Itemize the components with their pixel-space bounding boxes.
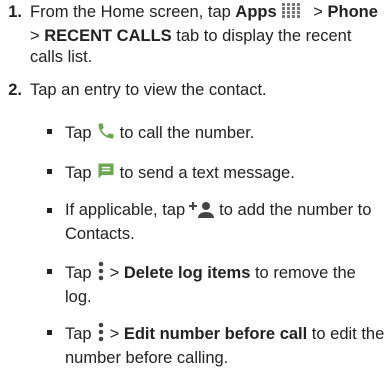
- recent-calls-label: RECENT CALLS: [44, 27, 172, 45]
- bullet-text-post: to send a text message.: [119, 164, 295, 182]
- bullet-text-pre: If applicable, tap: [65, 201, 186, 219]
- step-1-text-part: >: [30, 27, 45, 45]
- step-1-text-part: >: [308, 3, 328, 21]
- bullet-text-pre: Tap: [65, 164, 92, 182]
- bullet-dot: [47, 330, 52, 335]
- apps-label: Apps: [235, 3, 277, 21]
- step-number: 2.: [8, 81, 22, 99]
- phone-label: Phone: [327, 3, 378, 21]
- bullet-dot: [47, 269, 52, 274]
- add-contact-icon: [189, 200, 215, 224]
- bullet-dot: [47, 208, 52, 213]
- bullet-dot: [47, 129, 52, 134]
- apps-grid-icon: [281, 2, 305, 26]
- bullet-text-pre: Tap: [65, 124, 92, 142]
- bullet-text: Tap > Edit number before call to edit the…: [65, 322, 385, 369]
- step-1-text-part: From the Home screen, tap: [30, 3, 236, 21]
- more-options-icon: [96, 261, 106, 287]
- step-2-text: Tap an entry to view the contact.: [30, 81, 267, 99]
- edit-number-label: Edit number before call: [123, 325, 308, 343]
- more-options-icon: [96, 322, 106, 348]
- delete-log-items-label: Delete log items: [123, 264, 251, 282]
- bullet-text: Tap > Delete log items to remove the log.: [65, 261, 385, 308]
- bullet-text-pre: Tap: [65, 264, 92, 282]
- bullet-text-pre: Tap: [65, 325, 92, 343]
- bullet-text-post: to call the number.: [119, 124, 255, 142]
- bullet-text: Tap to send a text message.: [65, 161, 385, 187]
- step-number: 1.: [8, 3, 22, 21]
- bullet-text: Tap to call the number.: [65, 121, 385, 147]
- phone-icon: [96, 121, 116, 147]
- step-1-text: From the Home screen, tap Apps > Phone >…: [30, 2, 385, 68]
- bullet-text: If applicable, tap to add the number to C…: [65, 200, 385, 245]
- bullet-dot: [47, 169, 52, 174]
- message-icon: [96, 161, 116, 187]
- bullet-text-mid: >: [109, 325, 124, 343]
- bullet-text-mid: >: [109, 264, 124, 282]
